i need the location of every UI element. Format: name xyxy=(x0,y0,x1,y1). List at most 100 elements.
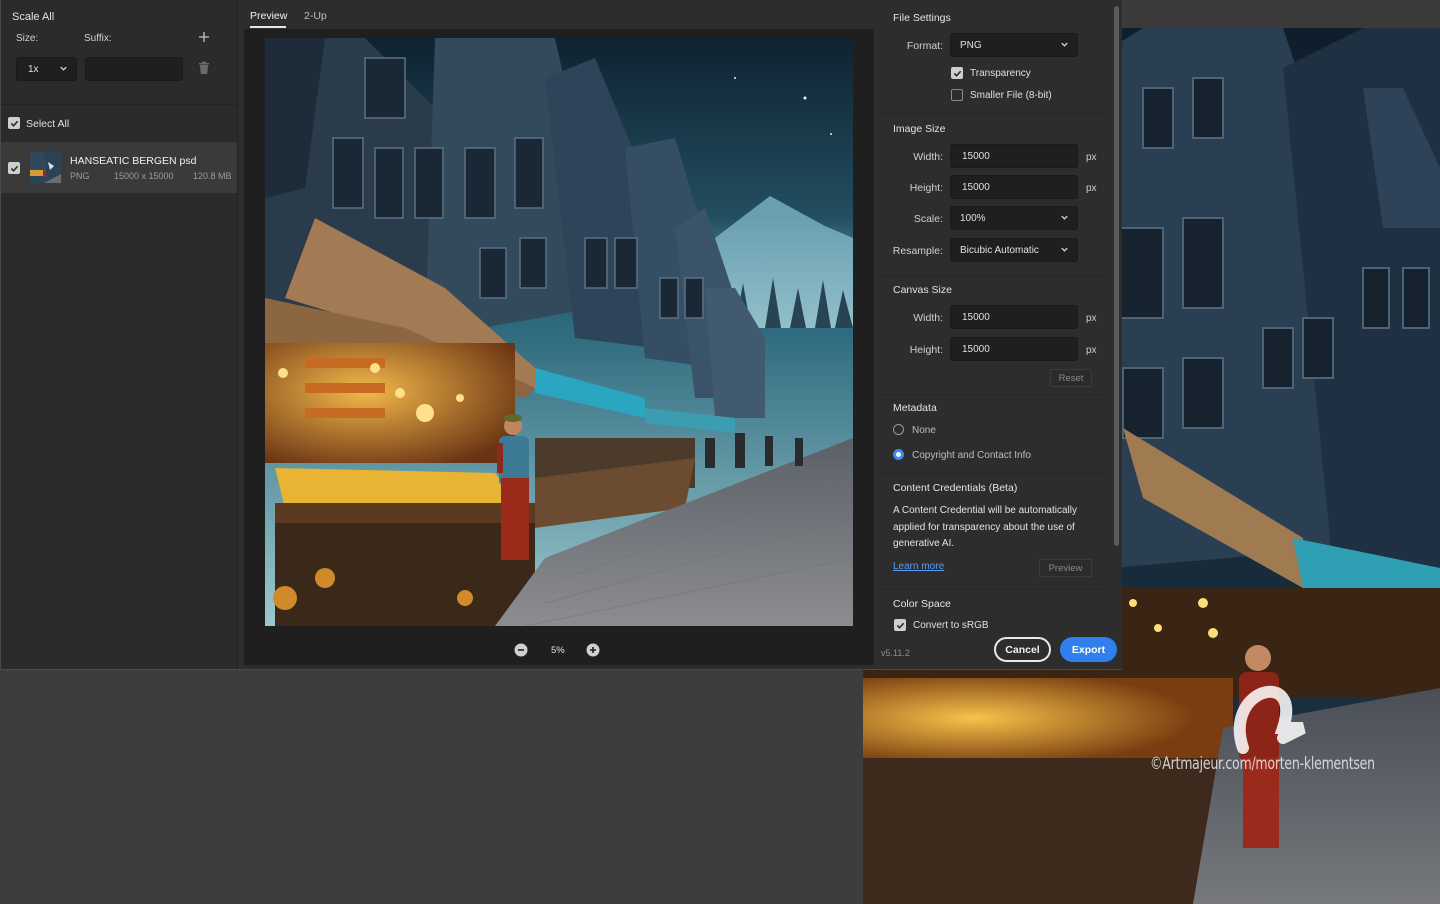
image-size-title: Image Size xyxy=(893,123,946,135)
chevron-down-icon xyxy=(1061,247,1068,252)
scale-select[interactable]: 100% xyxy=(950,206,1078,230)
metadata-none-radio[interactable] xyxy=(893,424,904,435)
export-as-dialog: Scale All Size: Suffix: 1x Select All HA… xyxy=(0,0,1122,670)
minus-circle-icon xyxy=(514,643,528,657)
background-top-strip xyxy=(1123,0,1440,28)
image-width-unit: px xyxy=(1086,152,1097,163)
metadata-copyright-label: Copyright and Contact Info xyxy=(912,450,1031,461)
image-height-input[interactable]: 15000 xyxy=(950,175,1078,199)
content-credentials-description: A Content Credential will be automatical… xyxy=(893,505,1077,549)
chevron-down-icon xyxy=(1061,215,1068,220)
content-credentials-title: Content Credentials (Beta) xyxy=(893,482,1018,494)
canvas-height-label: Height: xyxy=(909,344,943,356)
active-tab-indicator xyxy=(250,26,286,28)
scale-all-title: Scale All xyxy=(12,11,55,23)
canvas-height-unit: px xyxy=(1086,345,1097,356)
learn-more-link[interactable]: Learn more xyxy=(893,561,944,572)
zoom-level: 5% xyxy=(551,645,565,656)
asset-thumbnail xyxy=(30,152,61,183)
smaller-file-label: Smaller File (8-bit) xyxy=(970,90,1052,101)
canvas-width-input[interactable]: 15000 xyxy=(950,305,1078,329)
divider xyxy=(881,275,1106,276)
checkmark-icon xyxy=(896,622,904,629)
zoom-controls: 5% xyxy=(244,638,874,662)
plus-icon xyxy=(199,32,209,42)
metadata-title: Metadata xyxy=(893,402,937,414)
smaller-file-checkbox[interactable] xyxy=(951,89,963,101)
image-height-label: Height: xyxy=(909,182,943,194)
canvas-size-title: Canvas Size xyxy=(893,284,952,296)
size-select-value: 1x xyxy=(28,64,39,75)
image-height-unit: px xyxy=(1086,183,1097,194)
color-space-title: Color Space xyxy=(893,598,951,610)
asset-file-size: 120.8 MB xyxy=(193,171,232,181)
settings-panel: File Settings Format: PNG Transparency S… xyxy=(874,0,1122,669)
reset-button[interactable]: Reset xyxy=(1050,369,1092,387)
resample-label: Resample: xyxy=(892,245,943,257)
suffix-label: Suffix: xyxy=(84,33,112,44)
plus-circle-icon xyxy=(586,643,600,657)
image-height-value: 15000 xyxy=(962,182,990,193)
tab-2-up[interactable]: 2-Up xyxy=(304,10,327,22)
zoom-out-button[interactable] xyxy=(514,643,528,660)
transparency-checkbox[interactable] xyxy=(951,67,963,79)
scale-select-value: 100% xyxy=(960,213,986,224)
trash-icon xyxy=(199,61,209,74)
preview-image-art xyxy=(265,38,853,626)
add-scale-button[interactable] xyxy=(198,29,210,46)
version-label: v5.11.2 xyxy=(881,648,910,658)
image-width-label: Width: xyxy=(913,151,943,163)
checkmark-icon xyxy=(10,120,18,127)
canvas-width-unit: px xyxy=(1086,313,1097,324)
size-select[interactable]: 1x xyxy=(16,57,77,81)
format-select[interactable]: PNG xyxy=(950,33,1078,57)
resample-select-value: Bicubic Automatic xyxy=(960,245,1039,256)
asset-thumbnail-image xyxy=(30,152,61,183)
select-all-label: Select All xyxy=(26,118,70,130)
tab-preview[interactable]: Preview xyxy=(250,10,287,22)
scale-label: Scale: xyxy=(913,213,943,225)
divider xyxy=(881,589,1106,590)
asset-list-item[interactable]: HANSEATIC BERGEN psd PNG 15000 x 15000 1… xyxy=(1,142,237,193)
checkmark-icon xyxy=(10,165,18,172)
asset-dimensions: 15000 x 15000 xyxy=(114,171,174,181)
canvas-height-input[interactable]: 15000 xyxy=(950,337,1078,361)
resample-select[interactable]: Bicubic Automatic xyxy=(950,238,1078,262)
checkmark-icon xyxy=(953,70,961,77)
format-label: Format: xyxy=(906,40,943,52)
asset-name: HANSEATIC BERGEN psd xyxy=(70,155,197,167)
select-all-checkbox[interactable] xyxy=(8,117,20,129)
export-button[interactable]: Export xyxy=(1060,637,1117,662)
format-select-value: PNG xyxy=(960,40,982,51)
divider xyxy=(881,473,1106,474)
convert-srgb-checkbox[interactable] xyxy=(894,619,906,631)
image-width-value: 15000 xyxy=(962,151,990,162)
image-width-input[interactable]: 15000 xyxy=(950,144,1078,168)
divider xyxy=(881,113,1106,114)
credentials-preview-button[interactable]: Preview xyxy=(1039,559,1092,577)
suffix-input[interactable] xyxy=(85,57,183,81)
delete-scale-button[interactable] xyxy=(198,61,210,78)
cancel-button[interactable]: Cancel xyxy=(994,637,1051,662)
chevron-down-icon xyxy=(1061,42,1068,47)
preview-image xyxy=(265,38,853,626)
divider xyxy=(881,394,1106,395)
size-label: Size: xyxy=(16,33,39,44)
file-settings-title: File Settings xyxy=(893,12,951,24)
transparency-label: Transparency xyxy=(970,68,1031,79)
preview-tab-bar xyxy=(244,0,874,29)
convert-srgb-label: Convert to sRGB xyxy=(913,620,989,631)
zoom-in-button[interactable] xyxy=(586,643,600,660)
canvas-height-value: 15000 xyxy=(962,344,990,355)
asset-format: PNG xyxy=(70,171,90,181)
chevron-down-icon xyxy=(60,66,67,71)
canvas-width-value: 15000 xyxy=(962,312,990,323)
asset-list-panel: Scale All Size: Suffix: 1x Select All HA… xyxy=(1,0,238,669)
asset-checkbox[interactable] xyxy=(8,162,20,174)
metadata-none-label: None xyxy=(912,425,936,436)
metadata-copyright-radio[interactable] xyxy=(893,449,904,460)
divider xyxy=(1,104,237,105)
canvas-width-label: Width: xyxy=(913,312,943,324)
watermark-text: ©Artmajeur.com/morten-klementsen xyxy=(1150,754,1375,774)
settings-scrollbar[interactable] xyxy=(1114,6,1119,546)
